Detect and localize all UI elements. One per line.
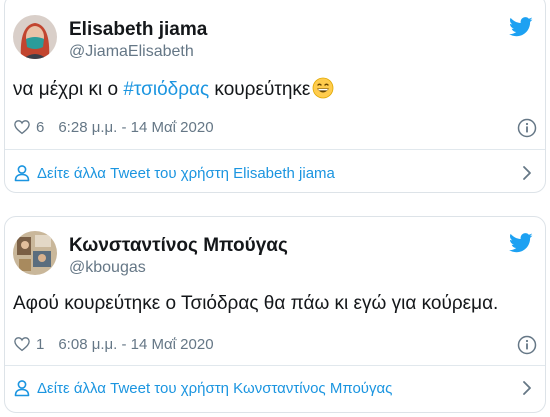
user-handle[interactable]: @kbougas [69,259,146,277]
heart-icon[interactable] [13,118,31,136]
grinning-face-emoji-icon [312,77,334,99]
tweet-text: Αφού κουρεύτηκε ο Τσιόδρας θα πάω κι εγώ… [13,293,499,314]
info-icon[interactable] [517,335,537,355]
tweet-card: Elisabeth jiama @JiamaElisabeth να μέχρι… [4,0,546,193]
tweet-text-part: να μέχρι κι ο [13,79,124,100]
more-tweets-link[interactable]: Δείτε άλλα Tweet του χρήστη Κωνσταντίνος… [13,373,537,403]
tweet-meta: 6 6:28 μ.μ. - 14 Μαΐ 2020 [13,116,214,138]
hashtag-link[interactable]: #τσιόδρας [123,79,209,100]
tweet-header: Κωνσταντίνος Μπούγας @kbougas [13,231,535,281]
tweet-timestamp[interactable]: 6:28 μ.μ. - 14 Μαΐ 2020 [58,119,213,136]
person-icon [14,380,30,397]
chevron-right-icon[interactable] [521,165,533,181]
more-tweets-link[interactable]: Δείτε άλλα Tweet του χρήστη Elisabeth ji… [13,158,537,188]
more-tweets-label[interactable]: Δείτε άλλα Tweet του χρήστη Κωνσταντίνος… [37,380,392,397]
tweet-timestamp[interactable]: 6:08 μ.μ. - 14 Μαΐ 2020 [58,336,213,353]
tweet-meta: 1 6:08 μ.μ. - 14 Μαΐ 2020 [13,333,214,355]
more-tweets-label[interactable]: Δείτε άλλα Tweet του χρήστη Elisabeth ji… [37,165,335,182]
twitter-bird-icon[interactable] [509,233,533,253]
like-count: 6 [36,118,45,136]
display-name[interactable]: Κωνσταντίνος Μπούγας [69,235,288,257]
avatar[interactable] [13,15,57,59]
info-icon[interactable] [517,118,537,138]
display-name[interactable]: Elisabeth jiama [69,19,207,41]
tweet-header: Elisabeth jiama @JiamaElisabeth [13,15,535,65]
divider [5,149,545,150]
heart-icon[interactable] [13,335,31,353]
tweet-text-part: κουρεύτηκε [209,79,311,100]
avatar[interactable] [13,231,57,275]
chevron-right-icon[interactable] [521,380,533,396]
divider [5,365,545,366]
tweet-text: να μέχρι κι ο #τσιόδρας κουρεύτηκε [13,77,334,101]
like-count: 1 [36,335,45,353]
user-handle[interactable]: @JiamaElisabeth [69,43,194,61]
twitter-bird-icon[interactable] [509,17,533,37]
person-icon [14,165,30,182]
tweet-card: Κωνσταντίνος Μπούγας @kbougas Αφού κουρε… [4,216,546,413]
